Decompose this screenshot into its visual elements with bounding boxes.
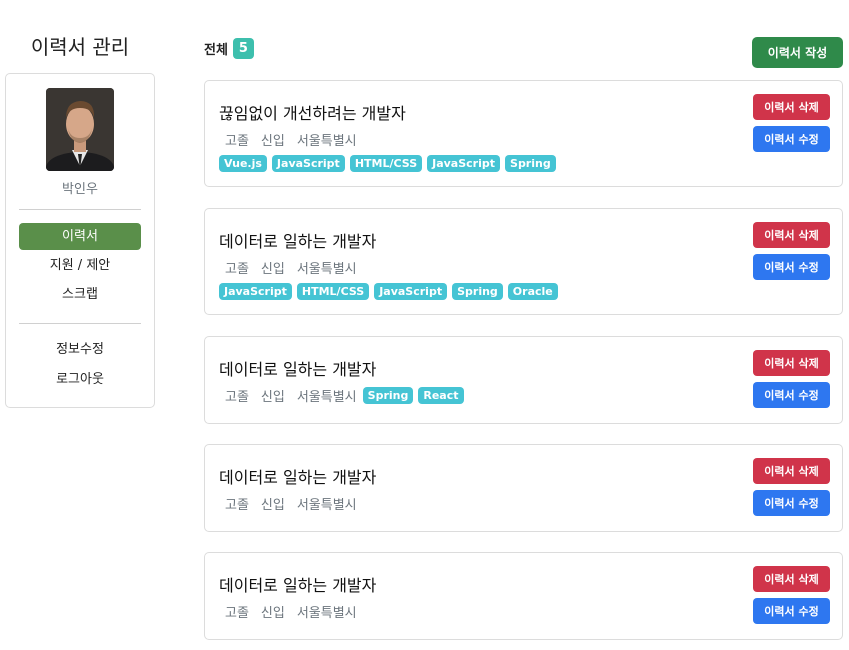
resume-career: 신입 [260, 606, 285, 621]
nav-item-logout[interactable]: 로그아웃 [19, 366, 141, 393]
user-name: 박인우 [62, 182, 98, 197]
nav-item-edit-info[interactable]: 정보수정 [19, 336, 141, 363]
skill-tag: JavaScript [427, 155, 501, 172]
sidebar-title: 이력서 관리 [30, 35, 130, 59]
resume-location: 서울특별시 [296, 498, 357, 513]
resume-card[interactable]: 데이터로 일하는 개발자 고졸 신입 서울특별시 Spring React 이력… [204, 336, 843, 424]
resume-career: 신입 [260, 390, 285, 405]
resume-meta: 고졸 신입 서울특별시 [225, 602, 363, 621]
resume-education: 고졸 [225, 262, 249, 277]
delete-resume-button[interactable]: 이력서 삭제 [753, 94, 830, 120]
edit-resume-button[interactable]: 이력서 수정 [753, 126, 830, 152]
delete-resume-button[interactable]: 이력서 삭제 [753, 566, 830, 592]
delete-resume-button[interactable]: 이력서 삭제 [753, 350, 830, 376]
skill-tags: Spring React [362, 387, 464, 404]
resume-management-page: 이력서 관리 박인우 이력서 지원 / 제안 스크랩 정보수정 로그아웃 전체 … [0, 0, 849, 650]
skill-tag: HTML/CSS [349, 155, 423, 172]
skill-tag: HTML/CSS [296, 283, 370, 300]
resume-location: 서울특별시 [296, 262, 357, 277]
resume-meta: 고졸 신입 서울특별시 [225, 258, 363, 277]
resume-title[interactable]: 데이터로 일하는 개발자 [219, 464, 376, 488]
resume-card[interactable]: 끊임없이 개선하려는 개발자 고졸 신입 서울특별시 Vue.js JavaSc… [204, 80, 843, 187]
total-count-header: 전체 5 [204, 37, 254, 59]
nav-item-resume[interactable]: 이력서 [19, 223, 141, 250]
resume-title[interactable]: 데이터로 일하는 개발자 [219, 572, 376, 596]
skill-tag: JavaScript [271, 155, 345, 172]
profile-photo [46, 88, 114, 171]
total-label: 전체 [204, 42, 228, 58]
resume-meta: 고졸 신입 서울특별시 [225, 494, 363, 513]
edit-resume-button[interactable]: 이력서 수정 [753, 490, 830, 516]
resume-meta: 고졸 신입 서울특별시 [225, 130, 363, 149]
total-count-badge: 5 [232, 37, 254, 59]
sidebar-divider [19, 323, 141, 324]
resume-title[interactable]: 데이터로 일하는 개발자 [219, 228, 376, 252]
resume-card[interactable]: 데이터로 일하는 개발자 고졸 신입 서울특별시 JavaScript HTML… [204, 208, 843, 315]
resume-meta: 고졸 신입 서울특별시 Spring React [225, 386, 464, 405]
skill-tag: JavaScript [219, 283, 292, 300]
skill-tags: JavaScript HTML/CSS JavaScript Spring Or… [219, 283, 558, 300]
edit-resume-button[interactable]: 이력서 수정 [753, 382, 830, 408]
resume-education: 고졸 [225, 390, 249, 405]
delete-resume-button[interactable]: 이력서 삭제 [753, 222, 830, 248]
edit-resume-button[interactable]: 이력서 수정 [753, 254, 830, 280]
resume-education: 고졸 [225, 498, 249, 513]
resume-location: 서울특별시 [296, 390, 357, 405]
resume-title[interactable]: 데이터로 일하는 개발자 [219, 356, 376, 380]
resume-card[interactable]: 데이터로 일하는 개발자 고졸 신입 서울특별시 이력서 삭제 이력서 수정 [204, 444, 843, 532]
edit-resume-button[interactable]: 이력서 수정 [753, 598, 830, 624]
skill-tag: Spring [362, 387, 414, 404]
resume-career: 신입 [260, 498, 285, 513]
resume-career: 신입 [260, 262, 285, 277]
nav-item-applications[interactable]: 지원 / 제안 [19, 252, 141, 279]
skill-tags: Vue.js JavaScript HTML/CSS JavaScript Sp… [219, 155, 556, 172]
resume-location: 서울특별시 [296, 134, 357, 149]
skill-tag: Oracle [507, 283, 558, 300]
skill-tag: Vue.js [219, 155, 267, 172]
resume-education: 고졸 [225, 606, 249, 621]
skill-tag: Spring [452, 283, 503, 300]
sidebar-divider [19, 209, 141, 210]
resume-education: 고졸 [225, 134, 249, 149]
avatar [46, 88, 114, 171]
nav-item-scrap[interactable]: 스크랩 [19, 281, 141, 308]
skill-tag: JavaScript [374, 283, 448, 300]
resume-title[interactable]: 끊임없이 개선하려는 개발자 [219, 100, 406, 124]
skill-tag: React [418, 387, 464, 404]
delete-resume-button[interactable]: 이력서 삭제 [753, 458, 830, 484]
skill-tag: Spring [505, 155, 556, 172]
resume-career: 신입 [260, 134, 285, 149]
resume-location: 서울특별시 [296, 606, 357, 621]
write-resume-button[interactable]: 이력서 작성 [752, 37, 843, 68]
resume-card[interactable]: 데이터로 일하는 개발자 고졸 신입 서울특별시 이력서 삭제 이력서 수정 [204, 552, 843, 640]
sidebar-card: 박인우 이력서 지원 / 제안 스크랩 정보수정 로그아웃 [5, 73, 155, 408]
